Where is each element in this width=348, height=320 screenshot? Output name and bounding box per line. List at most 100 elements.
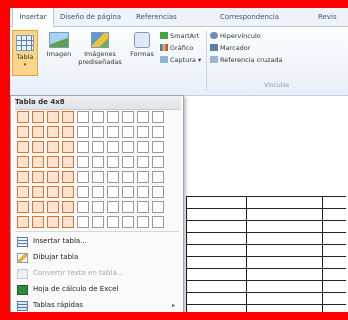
- grid-cell[interactable]: [152, 186, 164, 198]
- grid-cell[interactable]: [77, 111, 89, 123]
- grid-cell[interactable]: [122, 141, 134, 153]
- grid-cell[interactable]: [152, 111, 164, 123]
- grid-cell[interactable]: [62, 141, 74, 153]
- grid-cell[interactable]: [62, 111, 74, 123]
- grid-cell[interactable]: [77, 171, 89, 183]
- grid-cell[interactable]: [32, 156, 44, 168]
- imagenes-prediseñadas-button[interactable]: Imágenes prediseñadas: [76, 32, 124, 66]
- tab-diseno-pagina[interactable]: Diseño de página: [60, 8, 121, 26]
- menu-item[interactable]: Insertar tabla...: [11, 234, 181, 249]
- grid-cell[interactable]: [32, 111, 44, 123]
- grid-cell[interactable]: [17, 156, 29, 168]
- document-table[interactable]: [186, 196, 346, 312]
- grid-cell[interactable]: [137, 171, 149, 183]
- grid-cell[interactable]: [92, 216, 104, 228]
- grid-cell[interactable]: [17, 201, 29, 213]
- grid-cell[interactable]: [122, 126, 134, 138]
- grid-cell[interactable]: [77, 186, 89, 198]
- grid-cell[interactable]: [122, 111, 134, 123]
- grid-cell[interactable]: [47, 216, 59, 228]
- menu-item[interactable]: Hoja de cálculo de Excel: [11, 282, 181, 297]
- menu-item[interactable]: Convertir texto en tabla...: [11, 266, 181, 281]
- marcador-button[interactable]: Marcador: [210, 43, 250, 53]
- grid-cell[interactable]: [92, 126, 104, 138]
- grid-cell[interactable]: [32, 201, 44, 213]
- grid-cell[interactable]: [107, 156, 119, 168]
- grid-cell[interactable]: [92, 186, 104, 198]
- grid-cell[interactable]: [122, 171, 134, 183]
- grid-cell[interactable]: [17, 171, 29, 183]
- grid-cell[interactable]: [122, 216, 134, 228]
- grid-cell[interactable]: [47, 186, 59, 198]
- grid-cell[interactable]: [92, 141, 104, 153]
- grid-cell[interactable]: [137, 186, 149, 198]
- grid-cell[interactable]: [17, 186, 29, 198]
- grid-cell[interactable]: [152, 126, 164, 138]
- grid-cell[interactable]: [32, 141, 44, 153]
- grid-cell[interactable]: [137, 126, 149, 138]
- grid-cell[interactable]: [77, 141, 89, 153]
- grid-cell[interactable]: [122, 201, 134, 213]
- grid-cell[interactable]: [47, 111, 59, 123]
- grid-cell[interactable]: [107, 126, 119, 138]
- formas-button[interactable]: Formas: [128, 32, 156, 58]
- grid-cell[interactable]: [32, 126, 44, 138]
- grid-cell[interactable]: [152, 216, 164, 228]
- grid-cell[interactable]: [92, 171, 104, 183]
- grid-cell[interactable]: [77, 156, 89, 168]
- grid-cell[interactable]: [17, 111, 29, 123]
- grid-cell[interactable]: [107, 216, 119, 228]
- menu-item[interactable]: Tablas rápidas ▸: [11, 298, 181, 312]
- grid-cell[interactable]: [62, 156, 74, 168]
- grid-cell[interactable]: [137, 156, 149, 168]
- captura-button[interactable]: Captura ▾: [160, 55, 201, 65]
- menu-item[interactable]: Dibujar tabla: [11, 250, 181, 265]
- grid-cell[interactable]: [62, 216, 74, 228]
- grid-cell[interactable]: [17, 141, 29, 153]
- grid-cell[interactable]: [92, 111, 104, 123]
- grid-cell[interactable]: [152, 156, 164, 168]
- grid-cell[interactable]: [62, 186, 74, 198]
- grid-cell[interactable]: [77, 201, 89, 213]
- grid-cell[interactable]: [122, 156, 134, 168]
- grid-cell[interactable]: [152, 201, 164, 213]
- grid-cell[interactable]: [47, 156, 59, 168]
- smartart-button[interactable]: SmartArt: [160, 31, 199, 41]
- grid-cell[interactable]: [32, 186, 44, 198]
- grid-cell[interactable]: [137, 141, 149, 153]
- grid-cell[interactable]: [137, 216, 149, 228]
- grid-cell[interactable]: [107, 141, 119, 153]
- grid-cell[interactable]: [47, 171, 59, 183]
- grid-cell[interactable]: [32, 216, 44, 228]
- grid-cell[interactable]: [77, 216, 89, 228]
- grid-cell[interactable]: [152, 141, 164, 153]
- grid-cell[interactable]: [107, 186, 119, 198]
- hipervinculo-button[interactable]: Hipervínculo: [210, 31, 261, 41]
- grid-cell[interactable]: [107, 201, 119, 213]
- grid-cell[interactable]: [137, 111, 149, 123]
- grid-cell[interactable]: [137, 201, 149, 213]
- grid-cell[interactable]: [17, 216, 29, 228]
- grid-cell[interactable]: [62, 201, 74, 213]
- tab-insertar[interactable]: Insertar: [12, 8, 54, 27]
- grid-cell[interactable]: [17, 126, 29, 138]
- grid-cell[interactable]: [122, 186, 134, 198]
- grid-cell[interactable]: [92, 156, 104, 168]
- grid-cell[interactable]: [62, 126, 74, 138]
- grid-cell[interactable]: [47, 141, 59, 153]
- tab-correspondencia[interactable]: Correspondencia: [220, 8, 279, 26]
- grid-cell[interactable]: [32, 171, 44, 183]
- grid-cell[interactable]: [92, 201, 104, 213]
- grid-cell[interactable]: [107, 171, 119, 183]
- grid-cell[interactable]: [62, 171, 74, 183]
- grid-cell[interactable]: [152, 171, 164, 183]
- grafico-button[interactable]: Gráfico: [160, 43, 193, 53]
- tab-referencias[interactable]: Referencias: [136, 8, 177, 26]
- grid-cell[interactable]: [107, 111, 119, 123]
- grid-cell[interactable]: [47, 126, 59, 138]
- referencia-cruzada-button[interactable]: Referencia cruzada: [210, 55, 282, 65]
- tab-revisar[interactable]: Revis: [318, 8, 337, 26]
- grid-cell[interactable]: [47, 201, 59, 213]
- grid-cell[interactable]: [77, 126, 89, 138]
- imagen-button[interactable]: Imagen: [44, 32, 74, 58]
